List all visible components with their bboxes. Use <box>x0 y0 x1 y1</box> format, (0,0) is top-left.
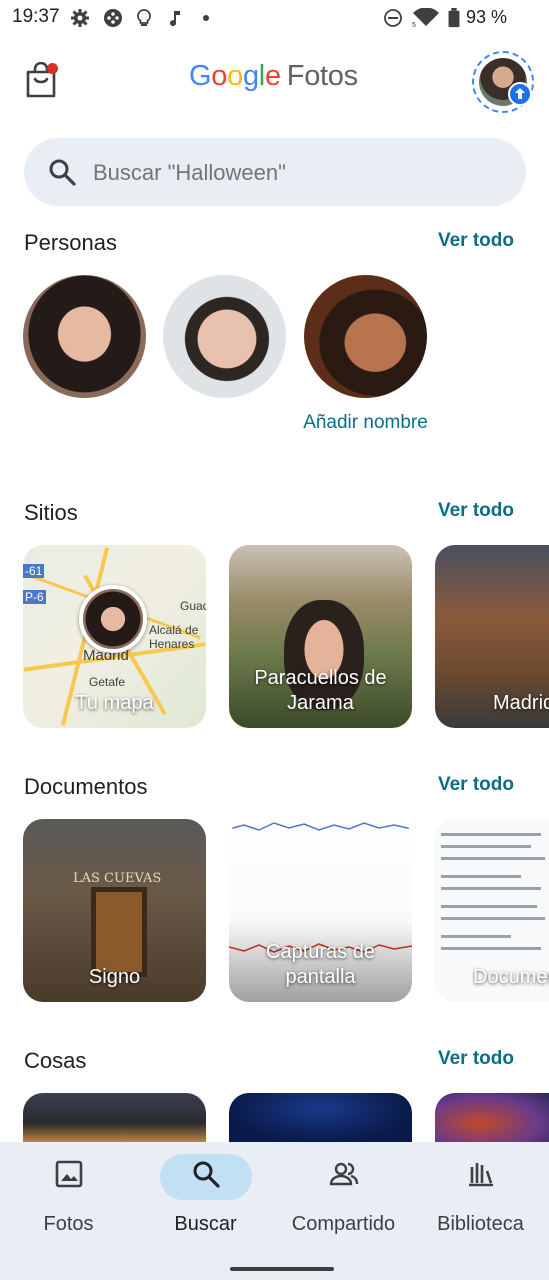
nav-item-biblioteca[interactable]: Biblioteca <box>412 1155 549 1239</box>
nav-item-buscar[interactable]: Buscar <box>137 1155 274 1239</box>
sign-text: LAS CUEVAS <box>73 871 162 886</box>
section-title-documentos: Documentos <box>24 774 148 799</box>
logo-google: Google <box>189 60 281 92</box>
add-name-link[interactable]: Añadir nombre <box>300 410 431 436</box>
document-card[interactable]: Documentos <box>435 819 549 1002</box>
card-label: Paracuellos de Jarama <box>254 667 387 714</box>
nav-label: Compartido <box>291 1213 396 1235</box>
map-place-label: Alcalá de Henares <box>149 623 199 651</box>
status-bar: 19:37 5 93 % <box>0 0 549 36</box>
dot-icon <box>203 15 209 21</box>
section-title-cosas: Cosas <box>24 1048 87 1073</box>
document-card[interactable]: LAS CUEVAS Signo <box>23 819 206 1002</box>
svg-text:5: 5 <box>412 22 416 28</box>
lightbulb-icon <box>137 9 151 26</box>
person-thumbnail[interactable] <box>163 275 286 398</box>
nav-label: Biblioteca <box>437 1213 524 1235</box>
app-logo: Google Fotos <box>189 60 358 93</box>
thing-card[interactable] <box>435 1093 549 1143</box>
nav-label: Buscar <box>174 1213 237 1235</box>
section-title-sitios: Sitios <box>24 500 78 525</box>
home-indicator[interactable] <box>230 1267 334 1271</box>
card-label: Madrid <box>493 692 549 714</box>
map-place-label: Guad <box>180 599 206 613</box>
search-icon <box>49 159 76 186</box>
map-photo-pin <box>79 585 147 653</box>
place-card[interactable]: Madrid <box>435 545 549 728</box>
status-time: 19:37 <box>12 6 60 27</box>
card-label: Documentos <box>473 966 549 988</box>
place-card[interactable]: Paracuellos de Jarama <box>229 545 412 728</box>
music-note-icon <box>170 11 180 27</box>
map-place-label: Getafe <box>89 675 126 689</box>
people-icon <box>329 1162 358 1186</box>
search-input[interactable] <box>93 160 473 186</box>
section-title-personas: Personas <box>24 230 117 255</box>
photo-icon <box>55 1160 82 1188</box>
settings-icon <box>71 9 89 27</box>
do-not-disturb-icon <box>384 9 402 27</box>
ver-todo-sitios-link[interactable]: Ver todo <box>438 500 514 522</box>
place-card-map[interactable]: -61 P-6 Guad Alcalá de Henares Madrid Ge… <box>23 545 206 728</box>
wifi-icon: 5 <box>412 8 439 28</box>
nav-item-fotos[interactable]: Fotos <box>0 1155 137 1239</box>
battery-percent: 93 % <box>466 7 508 27</box>
library-icon <box>468 1163 493 1187</box>
nav-label: Fotos <box>43 1213 94 1235</box>
card-label: Capturas de pantalla <box>266 941 375 988</box>
person-thumbnail[interactable] <box>23 275 146 398</box>
logo-fotos: Fotos <box>286 60 358 92</box>
thing-card[interactable] <box>229 1093 412 1143</box>
thing-card[interactable] <box>23 1093 206 1143</box>
upload-badge-icon <box>508 82 532 106</box>
ver-todo-personas-link[interactable]: Ver todo <box>438 230 514 252</box>
ver-todo-cosas-link[interactable]: Ver todo <box>438 1048 514 1070</box>
nav-item-compartido[interactable]: Compartido <box>275 1155 412 1239</box>
map-road-label: P-6 <box>23 590 46 604</box>
map-road-label: -61 <box>23 564 45 578</box>
card-label: Signo <box>88 966 141 988</box>
document-card[interactable]: Capturas de pantalla <box>229 819 412 1002</box>
door-illustration <box>91 887 147 977</box>
battery-icon <box>448 8 460 28</box>
person-thumbnail[interactable] <box>304 275 427 398</box>
notification-dot <box>47 63 58 74</box>
search-icon <box>193 1161 220 1188</box>
ver-todo-documentos-link[interactable]: Ver todo <box>438 774 514 796</box>
card-label: Tu mapa <box>75 692 154 714</box>
game-icon <box>104 9 122 27</box>
